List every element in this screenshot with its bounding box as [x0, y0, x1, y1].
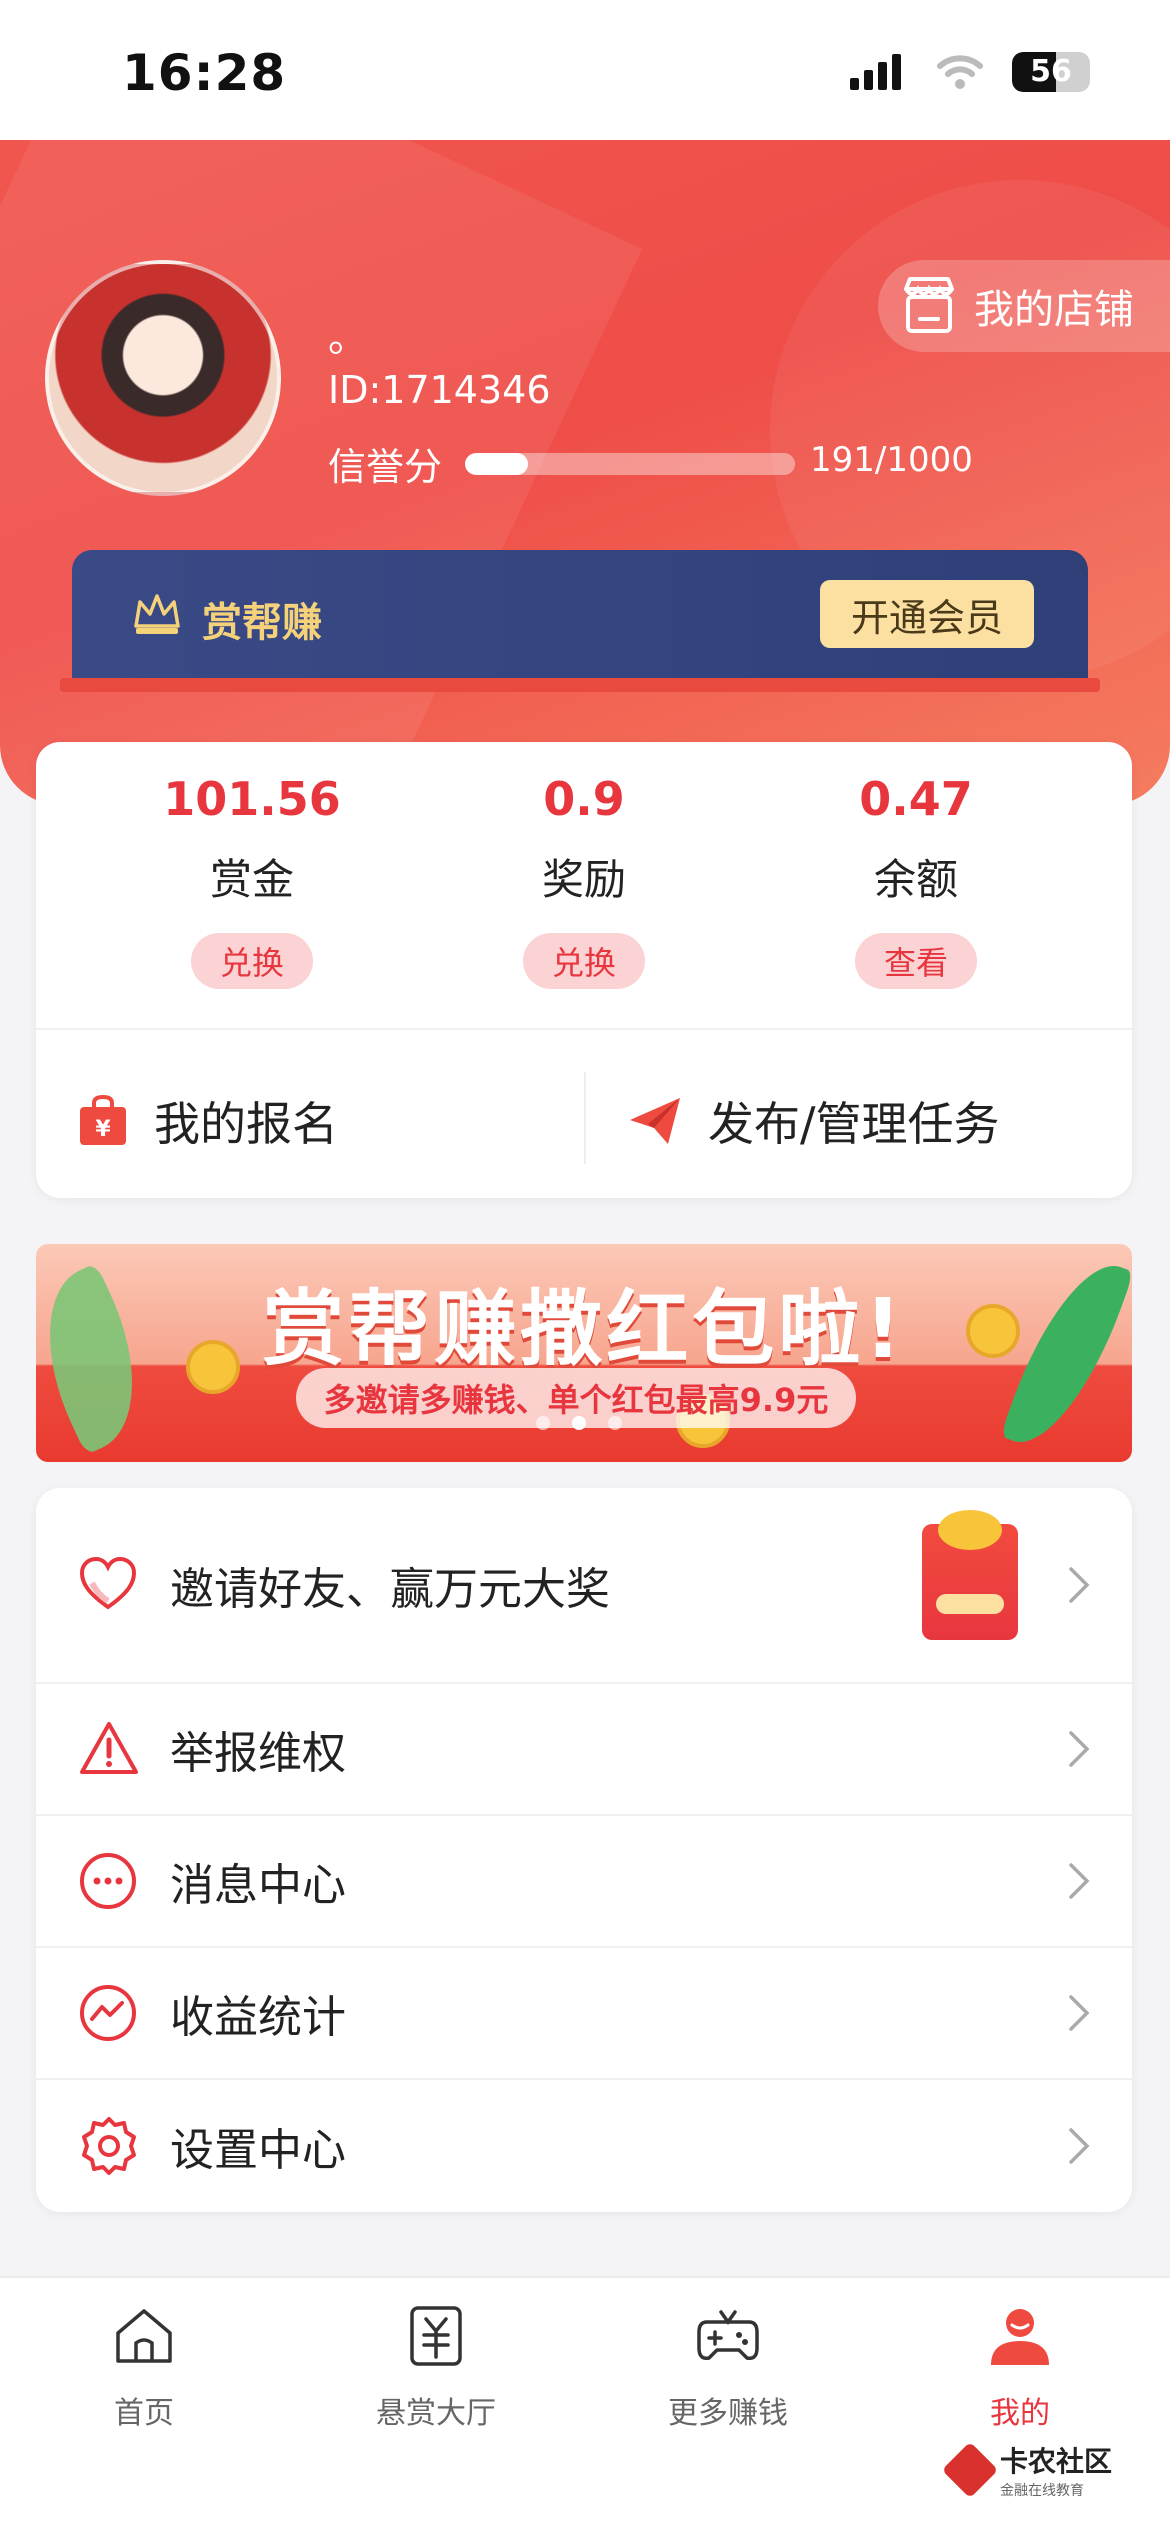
- publish-task-button[interactable]: 发布/管理任务: [628, 1088, 1000, 1154]
- stat-label: 赏金: [209, 855, 294, 904]
- chart-icon: [80, 1985, 136, 2041]
- carousel-dot[interactable]: [608, 1416, 622, 1430]
- menu-item-messages[interactable]: 消息中心: [36, 1816, 1132, 1948]
- my-shop-label: 我的店铺: [974, 287, 1134, 333]
- my-signup-label: 我的报名: [154, 1097, 338, 1151]
- publish-task-label: 发布/管理任务: [708, 1097, 1000, 1151]
- exchange-bounty-button[interactable]: 兑换: [191, 933, 313, 989]
- watermark-title: 卡农社区: [999, 2445, 1112, 2478]
- paper-plane-icon: [630, 1098, 680, 1144]
- gamepad-icon: [697, 2310, 759, 2361]
- crown-icon: [134, 594, 180, 634]
- credit-progress-bar: [465, 453, 795, 475]
- battery-icon: 56: [1012, 52, 1090, 92]
- my-signup-button[interactable]: ¥ 我的报名: [78, 1088, 338, 1154]
- bounty-icon: [410, 2306, 462, 2366]
- red-envelope-image: [922, 1510, 1018, 1640]
- stat-balance: 0.47 余额 查看: [766, 772, 1066, 989]
- nickname: 。: [328, 315, 368, 361]
- stat-label: 余额: [873, 855, 958, 904]
- chevron-right-icon: [1069, 1567, 1090, 1603]
- menu-label: 收益统计: [170, 1992, 346, 2043]
- wifi-icon: [937, 55, 983, 89]
- status-time: 16:28: [122, 44, 287, 102]
- stat-label: 奖励: [541, 855, 626, 904]
- credit-label: 信誉分: [328, 445, 443, 489]
- open-membership-button[interactable]: 开通会员: [820, 580, 1034, 648]
- exchange-reward-button[interactable]: 兑换: [523, 933, 645, 989]
- stat-bounty: 101.56 赏金 兑换: [102, 772, 402, 989]
- battery-level: 56: [1030, 54, 1072, 89]
- status-bar: 16:28 56: [0, 0, 1170, 140]
- signal-icon: [850, 54, 901, 90]
- tab-earn-more[interactable]: 更多赚钱: [628, 2300, 828, 2432]
- menu-label: 消息中心: [170, 1860, 346, 1911]
- menu-label: 邀请好友、赢万元大奖: [170, 1564, 610, 1615]
- menu-item-earnings[interactable]: 收益统计: [36, 1948, 1132, 2080]
- warning-icon: [80, 1722, 138, 1774]
- vip-title: 赏帮赚: [202, 600, 322, 646]
- chevron-right-icon: [1069, 1731, 1090, 1767]
- stat-value: 0.9: [543, 772, 625, 826]
- wallet-card: 101.56 赏金 兑换 0.9 奖励 兑换 0.47 余额 查看 ¥ 我的报名…: [36, 742, 1132, 1198]
- view-balance-button[interactable]: 查看: [855, 933, 977, 989]
- svg-text:¥: ¥: [95, 1117, 111, 1142]
- avatar[interactable]: [45, 260, 281, 496]
- menu-label: 设置中心: [170, 2125, 346, 2176]
- chevron-right-icon: [1069, 1995, 1090, 2031]
- my-shop-button[interactable]: 我的店铺: [878, 260, 1170, 352]
- tab-bounty-hall[interactable]: 悬赏大厅: [336, 2300, 536, 2432]
- tab-home[interactable]: 首页: [44, 2300, 244, 2432]
- promo-banner[interactable]: 赏帮赚撒红包啦! 多邀请多赚钱、单个红包最高9.9元: [36, 1244, 1132, 1462]
- tab-label: 首页: [114, 2396, 174, 2431]
- credit-value: 191/1000: [810, 440, 973, 480]
- stat-value: 101.56: [163, 772, 341, 826]
- tab-label: 更多赚钱: [668, 2396, 788, 2431]
- tab-label: 我的: [990, 2396, 1050, 2431]
- divider: [36, 1028, 1132, 1030]
- carousel-dot[interactable]: [536, 1416, 550, 1430]
- chevron-right-icon: [1069, 2128, 1090, 2164]
- credit-progress-fill: [465, 453, 529, 475]
- message-icon: [80, 1853, 136, 1909]
- chevron-right-icon: [1069, 1863, 1090, 1899]
- menu-item-invite[interactable]: 邀请好友、赢万元大奖: [36, 1488, 1132, 1684]
- shop-icon: [904, 277, 954, 333]
- community-watermark: 卡农社区 金融在线教育: [941, 2440, 1112, 2500]
- menu-list: 邀请好友、赢万元大奖 举报维权 消息中心 收益统计 设置中心: [36, 1488, 1132, 2212]
- menu-item-report[interactable]: 举报维权: [36, 1684, 1132, 1816]
- stat-value: 0.47: [859, 772, 973, 826]
- heart-icon: [79, 1556, 137, 1610]
- profile-header: 。 ID:1714346 信誉分 191/1000 我的店铺 赏帮赚 开通会员: [0, 140, 1170, 805]
- vip-band-base: [60, 678, 1100, 692]
- user-id: ID:1714346: [328, 368, 551, 412]
- tab-label: 悬赏大厅: [376, 2396, 496, 2431]
- divider: [584, 1072, 586, 1164]
- carousel-dots: [536, 1416, 622, 1430]
- menu-item-settings[interactable]: 设置中心: [36, 2080, 1132, 2212]
- watermark-logo-icon: [941, 2441, 999, 2499]
- tab-mine[interactable]: 我的: [920, 2300, 1120, 2432]
- watermark-subtitle: 金融在线教育: [999, 2483, 1084, 2499]
- carousel-dot[interactable]: [572, 1416, 586, 1430]
- home-icon: [116, 2309, 172, 2363]
- status-icons: 56: [848, 52, 1090, 92]
- stat-reward: 0.9 奖励 兑换: [434, 772, 734, 989]
- shopping-bag-icon: ¥: [80, 1095, 126, 1145]
- vip-band[interactable]: 赏帮赚 开通会员: [72, 550, 1088, 682]
- profile-icon: [991, 2309, 1049, 2365]
- banner-title: 赏帮赚撒红包啦!: [262, 1282, 906, 1377]
- settings-icon: [82, 2117, 136, 2175]
- menu-label: 举报维权: [170, 1728, 346, 1779]
